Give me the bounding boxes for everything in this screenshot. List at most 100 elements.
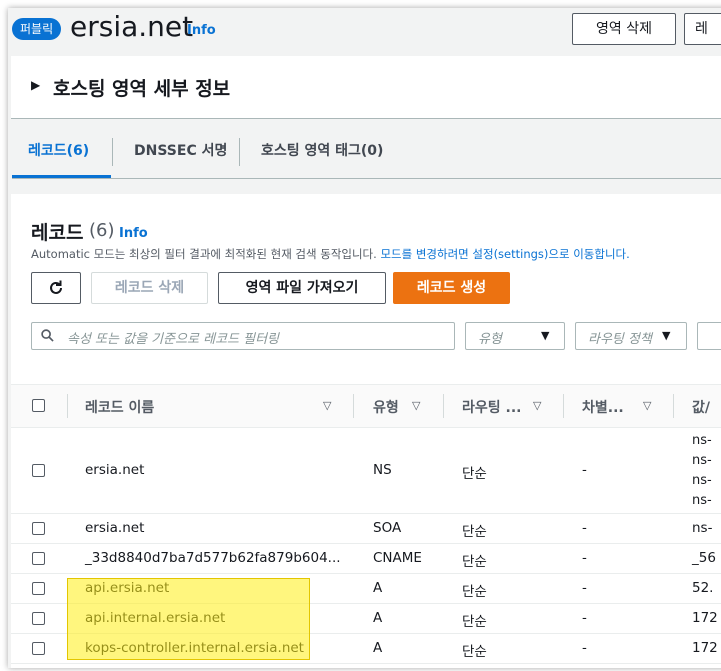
sort-icon[interactable]: ▽ — [643, 399, 651, 412]
value-line: ns- — [692, 493, 712, 508]
description-text: Automatic 모드는 최상의 필터 결과에 최적화된 현재 검색 동작입니… — [31, 247, 377, 261]
record-type: A — [373, 640, 383, 656]
sort-icon[interactable]: ▽ — [412, 399, 420, 412]
select-all-checkbox[interactable] — [32, 399, 45, 412]
edit-zone-button[interactable]: 레 — [684, 13, 721, 45]
record-routing: 단순 — [462, 584, 487, 600]
record-differentiator: - — [582, 580, 587, 596]
record-value: _56 — [692, 550, 716, 566]
record-type: CNAME — [373, 550, 422, 566]
column-divider — [673, 394, 674, 418]
tab-zone-tags[interactable]: 호스팅 영역 태그(0) — [261, 124, 383, 178]
record-routing: 단순 — [462, 644, 487, 660]
record-type: A — [373, 610, 383, 626]
record-value: 52. — [692, 580, 714, 596]
settings-link-suffix[interactable]: 으로 이동합니다. — [548, 247, 629, 261]
record-name: ersia.net — [85, 520, 145, 536]
routing-filter-select[interactable]: 라우팅 정책 ▼ — [575, 322, 687, 350]
value-line: ns- — [692, 473, 712, 488]
record-value: ns- — [692, 520, 713, 536]
record-differentiator: - — [582, 640, 587, 656]
settings-link[interactable]: 모드를 변경하려면 설정(settings) — [380, 247, 548, 261]
delete-zone-button[interactable]: 영역 삭제 — [572, 13, 676, 45]
zone-tabs: 레코드(6) DNSSEC 서명 호스팅 영역 태그(0) — [12, 124, 721, 179]
refresh-button[interactable] — [31, 272, 81, 304]
import-zone-file-button[interactable]: 영역 파일 가져오기 — [218, 272, 386, 304]
type-filter-value: 유형 — [478, 332, 502, 347]
routing-filter-value: 라우팅 정책 — [588, 332, 652, 347]
value-line: ns- — [692, 433, 712, 448]
record-differentiator: - — [582, 520, 587, 536]
column-routing[interactable]: 라우팅 ... — [462, 397, 521, 417]
record-routing: 단순 — [462, 466, 487, 482]
tab-records[interactable]: 레코드(6) — [12, 124, 111, 178]
record-routing: 단순 — [462, 554, 487, 570]
row-checkbox[interactable] — [32, 582, 45, 595]
chevron-down-icon: ▼ — [662, 329, 671, 342]
refresh-icon — [50, 280, 62, 294]
hosting-zone-details-panel[interactable]: ▶ 호스팅 영역 세부 정보 — [11, 56, 721, 119]
record-name: ersia.net — [85, 462, 145, 478]
records-title: 레코드 — [31, 222, 84, 244]
column-divider — [563, 394, 564, 418]
column-divider — [67, 394, 68, 418]
type-filter-select[interactable]: 유형 ▼ — [465, 322, 565, 350]
record-differentiator: - — [582, 462, 587, 478]
table-row[interactable]: kops-controller.internal.ersia.net A 단순 … — [11, 634, 721, 664]
value-line: ns- — [692, 453, 712, 468]
records-info-link[interactable]: Info — [119, 226, 148, 241]
table-row[interactable]: ersia.net NS 단순 - ns- ns- ns- ns- — [11, 427, 721, 514]
delete-record-button[interactable]: 레코드 삭제 — [91, 272, 208, 304]
search-placeholder: 속성 또는 값을 기준으로 레코드 필터링 — [67, 332, 280, 347]
zone-name-title: ersia.net — [70, 10, 194, 43]
public-zone-badge: 퍼블릭 — [12, 18, 62, 40]
column-value[interactable]: 값/ — [692, 397, 710, 417]
extra-filter-select[interactable] — [697, 322, 721, 350]
record-name: api.ersia.net — [85, 580, 170, 596]
row-checkbox[interactable] — [32, 612, 45, 625]
record-name: api.internal.ersia.net — [85, 610, 226, 626]
record-type: SOA — [373, 520, 402, 536]
column-differentiator[interactable]: 차별... — [582, 397, 624, 417]
column-type[interactable]: 유형 — [373, 397, 399, 417]
tab-divider — [239, 138, 240, 166]
create-record-button[interactable]: 레코드 생성 — [393, 272, 510, 304]
search-mode-description: Automatic 모드는 최상의 필터 결과에 최적화된 현재 검색 동작입니… — [31, 246, 630, 262]
column-record-name[interactable]: 레코드 이름 — [85, 397, 154, 417]
record-filter-input[interactable]: 속성 또는 값을 기준으로 레코드 필터링 — [31, 322, 455, 350]
record-differentiator: - — [582, 610, 587, 626]
column-divider — [353, 394, 354, 418]
record-differentiator: - — [582, 550, 587, 566]
record-type: NS — [373, 462, 392, 478]
row-checkbox[interactable] — [32, 464, 45, 477]
table-row[interactable]: _33d8840d7ba7d577b62fa879b604... CNAME 단… — [11, 544, 721, 574]
tab-dnssec[interactable]: DNSSEC 서명 — [134, 124, 227, 178]
zone-info-link[interactable]: Info — [187, 23, 216, 38]
sort-icon[interactable]: ▽ — [323, 399, 331, 412]
row-checkbox[interactable] — [32, 552, 45, 565]
record-name: kops-controller.internal.ersia.net — [85, 640, 304, 656]
row-checkbox[interactable] — [32, 522, 45, 535]
record-routing: 단순 — [462, 614, 487, 630]
record-value: 172 — [692, 640, 718, 656]
row-checkbox[interactable] — [32, 642, 45, 655]
table-row[interactable]: ersia.net SOA 단순 - ns- — [11, 514, 721, 544]
chevron-down-icon: ▼ — [541, 329, 550, 342]
record-name: _33d8840d7ba7d577b62fa879b604... — [85, 550, 341, 566]
records-container: 레코드 (6) Info Automatic 모드는 최상의 필터 결과에 최적… — [11, 194, 721, 668]
search-icon — [41, 329, 54, 342]
expand-caret-icon[interactable]: ▶ — [31, 78, 40, 92]
sort-icon[interactable]: ▽ — [533, 399, 541, 412]
record-routing: 단순 — [462, 524, 487, 540]
records-count: (6) — [89, 220, 115, 241]
route53-hosted-zone-screen: 퍼블릭 ersia.net Info 영역 삭제 레 ▶ 호스팅 영역 세부 정… — [8, 8, 721, 668]
record-type: A — [373, 580, 383, 596]
table-row[interactable]: api.internal.ersia.net A 단순 - 172 — [11, 604, 721, 634]
table-header: 레코드 이름 ▽ 유형 ▽ 라우팅 ... ▽ 차별... ▽ 값/ — [11, 384, 721, 428]
table-row[interactable]: api.ersia.net A 단순 - 52. — [11, 574, 721, 604]
record-value: ns- ns- ns- ns- — [692, 431, 712, 511]
tab-divider — [112, 138, 113, 166]
column-divider — [443, 394, 444, 418]
record-value: 172 — [692, 610, 718, 626]
hosting-zone-details-title: 호스팅 영역 세부 정보 — [53, 78, 231, 100]
